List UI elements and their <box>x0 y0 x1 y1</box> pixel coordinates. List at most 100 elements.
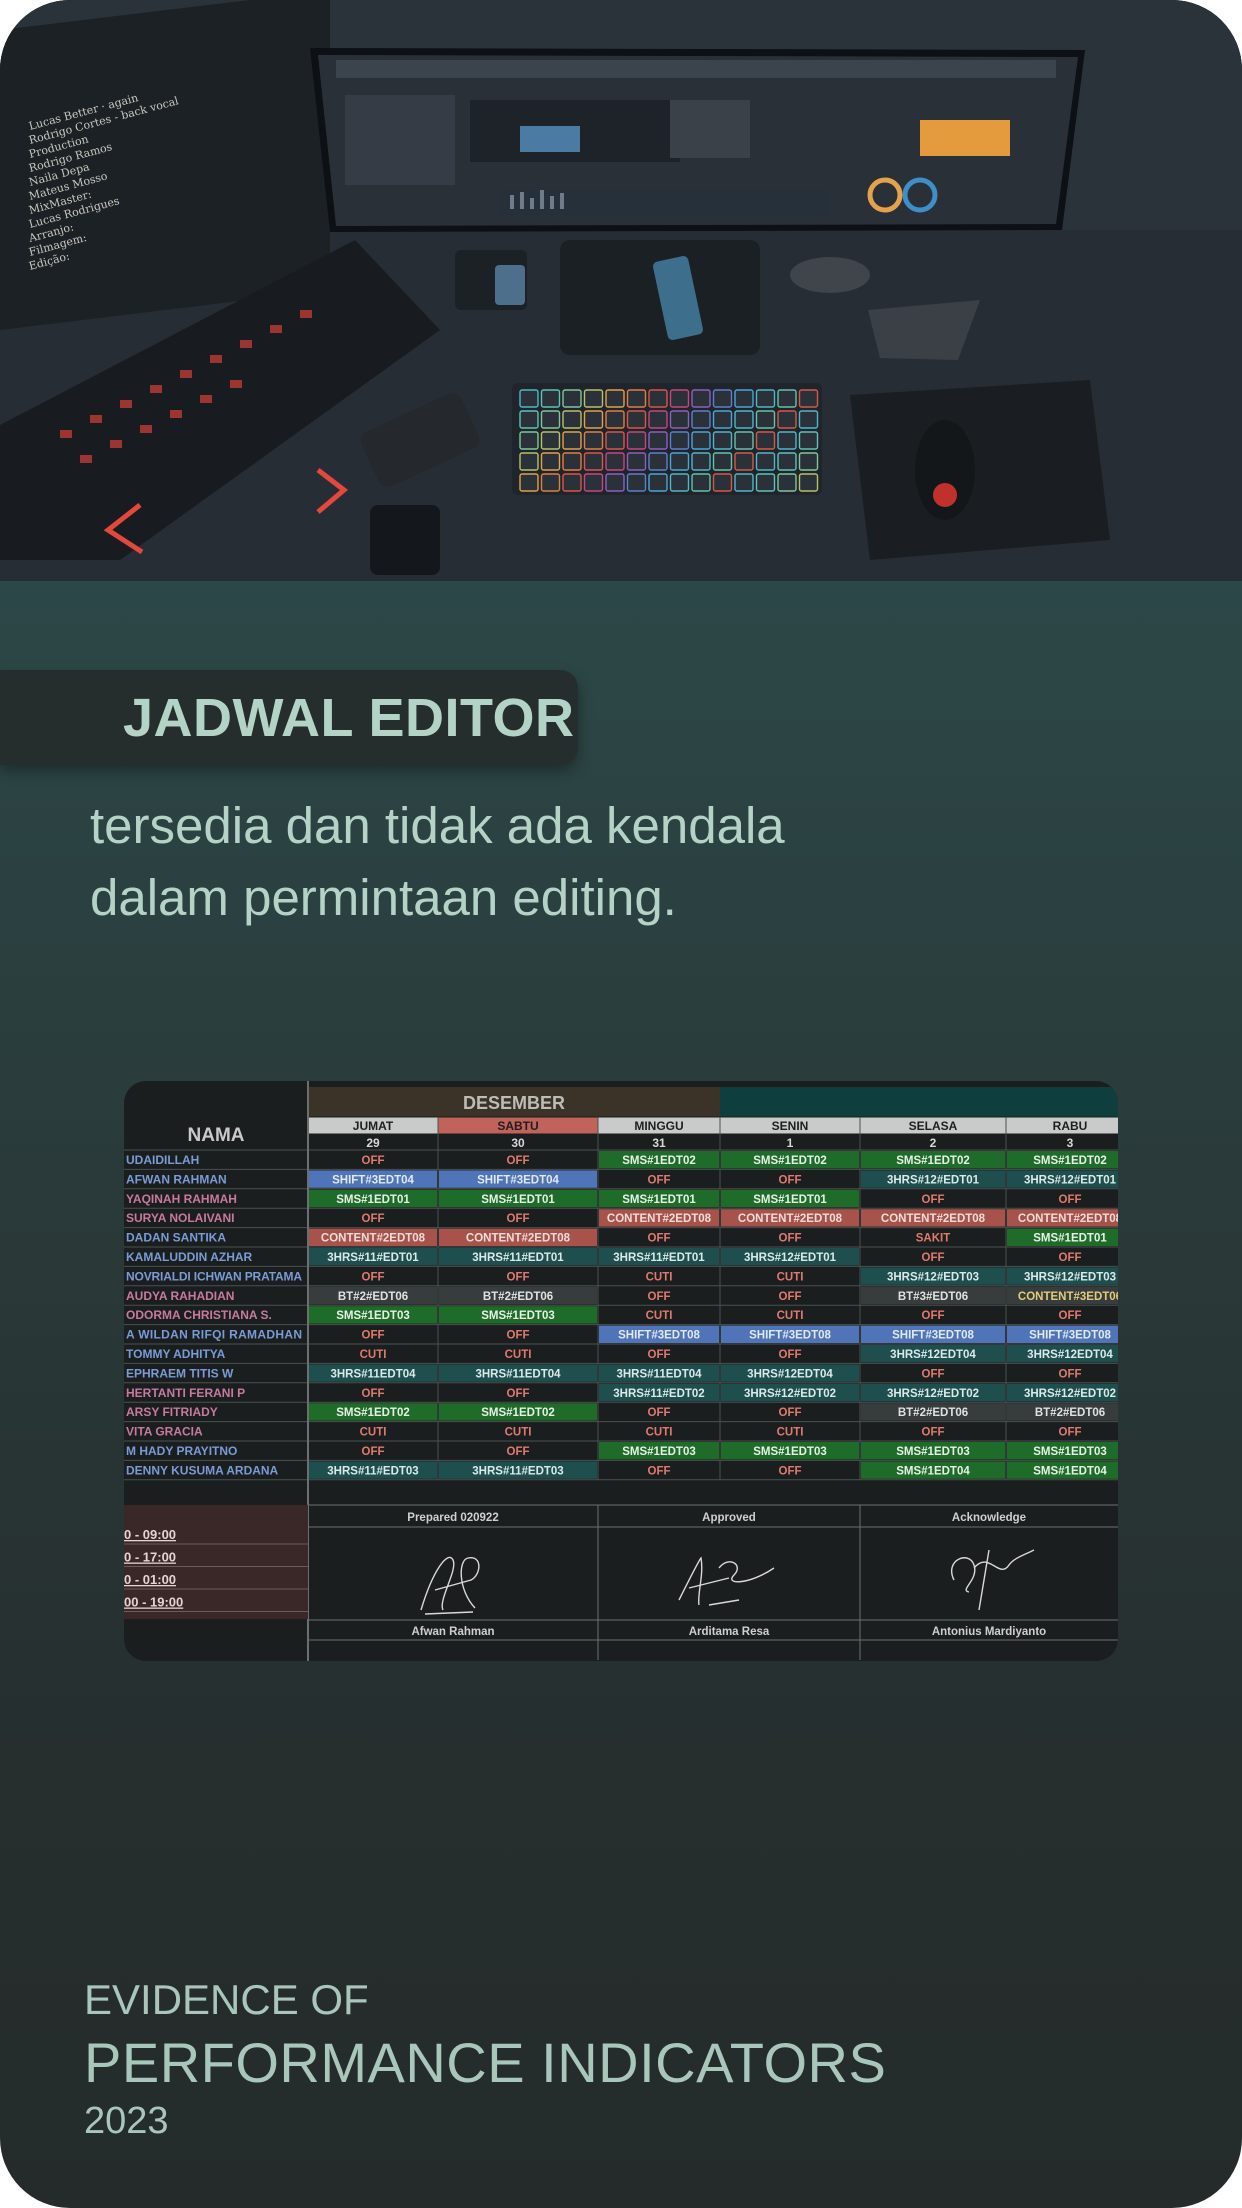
shift-cell: SAKIT <box>916 1233 951 1245</box>
shift-cell: 3HRS#11#EDT03 <box>327 1465 418 1477</box>
day-label: SENIN <box>772 1119 809 1133</box>
shift-cell: OFF <box>507 1388 530 1400</box>
subtitle-line-2: dalam permintaan editing. <box>90 869 677 926</box>
signatory-name: Arditama Resa <box>689 1626 770 1638</box>
date-label: 31 <box>652 1136 666 1150</box>
editor-name: AFWAN RAHMAN <box>126 1172 227 1186</box>
editor-name: TOMMY ADHITYA <box>126 1347 226 1361</box>
editor-name: ODORMA CHRISTIANA S. <box>126 1308 272 1322</box>
shift-cell: CUTI <box>360 1427 387 1439</box>
day-label: SABTU <box>497 1119 538 1133</box>
shift-cell: CONTENT#2EDT08 <box>881 1213 986 1225</box>
shift-cell: OFF <box>362 1388 385 1400</box>
shift-cell: OFF <box>779 1233 802 1245</box>
keyboard-key <box>669 452 690 471</box>
hero-photo: Lucas Better · again Rodrigo Cortes - bac… <box>0 0 1242 581</box>
keyboard-key <box>605 452 625 471</box>
shift-cell: CUTI <box>646 1427 673 1439</box>
shift-cell: SMS#1EDT02 <box>622 1155 696 1167</box>
shift-cell: 3HRS#11#EDT01 <box>472 1252 564 1264</box>
keyboard-key <box>669 431 690 450</box>
keyboard-key <box>626 431 647 450</box>
keyboard-key <box>626 452 647 471</box>
keyboard-key <box>626 389 647 408</box>
shift-cell: SMS#1EDT03 <box>336 1310 410 1322</box>
editor-name: DADAN SANTIKA <box>126 1231 226 1245</box>
shift-cell: SMS#1EDT02 <box>753 1155 827 1167</box>
shift-cell: OFF <box>1059 1194 1082 1206</box>
shift-cell: CUTI <box>360 1349 387 1361</box>
shift-cell: SMS#1EDT02 <box>1033 1155 1107 1167</box>
keyboard-key <box>605 473 625 492</box>
shift-cell: OFF <box>507 1330 530 1342</box>
keyboard-key <box>626 473 647 492</box>
shift-cell: SHIFT#3EDT08 <box>618 1330 700 1342</box>
editor-name: YAQINAH RAHMAH <box>126 1192 237 1206</box>
keyboard-key <box>798 431 819 450</box>
keyboard-key <box>562 389 582 408</box>
shift-cell: SMS#1EDT03 <box>1033 1446 1107 1458</box>
schedule-table: DESEMBER NAMA JUMAT 29 SABTU 30 MINGGU 31 SENIN 1… <box>124 1081 1118 1661</box>
shift-cell: BT#3#EDT06 <box>898 1291 968 1303</box>
shift-cell: OFF <box>362 1155 385 1167</box>
keyboard-key <box>691 431 711 450</box>
shift-cell: OFF <box>648 1465 671 1477</box>
keyboard-key <box>798 473 819 492</box>
shift-cell: OFF <box>362 1271 385 1283</box>
shift-cell: CUTI <box>777 1310 804 1322</box>
keyboard-key <box>648 410 668 429</box>
shift-cell: OFF <box>362 1213 385 1225</box>
keyboard-key <box>712 452 733 471</box>
editor-name: KAMALUDDIN AZHAR <box>126 1250 253 1264</box>
keyboard-key <box>669 473 690 492</box>
shift-cell: SMS#1EDT04 <box>1033 1465 1107 1477</box>
shift-cell: 3HRS#12#EDT01 <box>744 1252 837 1264</box>
signature-role: Approved <box>702 1512 756 1524</box>
keyboard-key <box>734 473 754 492</box>
footer-performance-label: PERFORMANCE INDICATORS <box>84 2031 887 2094</box>
name-column-header: NAMA <box>188 1125 245 1146</box>
keyboard-key <box>777 410 797 429</box>
shift-cell: 3HRS#12#EDT02 <box>744 1388 836 1400</box>
editor-name: HERTANTI FERANI P <box>126 1386 245 1400</box>
shift-cell: 3HRS#11#EDT03 <box>472 1465 563 1477</box>
day-label: SELASA <box>909 1119 958 1133</box>
shift-cell: OFF <box>779 1174 802 1186</box>
shift-cell: CONTENT#2EDT08 <box>607 1213 712 1225</box>
page-title: JADWAL EDITOR <box>123 688 575 748</box>
shift-cell: OFF <box>507 1271 530 1283</box>
shift-cell: OFF <box>648 1349 671 1361</box>
keyboard-key <box>734 389 754 408</box>
shift-cell: BT#2#EDT06 <box>1035 1407 1105 1419</box>
shift-cell: OFF <box>648 1291 671 1303</box>
keyboard-key <box>583 452 604 471</box>
date-label: 2 <box>930 1136 937 1150</box>
shift-cell: OFF <box>648 1233 671 1245</box>
shift-cell: 3HRS#11EDT04 <box>475 1368 561 1380</box>
desk-illustration: Lucas Better · againRodrigo Cortes - bac… <box>0 0 1242 581</box>
keyboard-key <box>519 452 539 471</box>
keyboard-key <box>734 431 754 450</box>
shift-cell: OFF <box>1059 1368 1082 1380</box>
signature-role: Acknowledge <box>952 1512 1026 1524</box>
shift-cell: OFF <box>922 1310 945 1322</box>
shift-cell: 3HRS#12EDT04 <box>747 1368 833 1380</box>
editor-name: VITA GRACIA <box>126 1425 203 1439</box>
keyboard-key <box>605 389 625 408</box>
keyboard-key <box>605 431 625 450</box>
title-banner: JADWAL EDITOR <box>0 670 578 765</box>
shift-cell: OFF <box>922 1368 945 1380</box>
shift-cell: SMS#1EDT01 <box>622 1194 696 1206</box>
keyboard-key <box>648 473 668 492</box>
shift-cell: OFF <box>1059 1310 1082 1322</box>
shift-cell: CUTI <box>777 1271 804 1283</box>
shift-cell: SMS#1EDT02 <box>896 1155 970 1167</box>
shift-cell: CONTENT#2EDT08 <box>321 1233 426 1245</box>
shift-cell: 3HRS#12EDT04 <box>1027 1349 1113 1361</box>
shift-cell: CUTI <box>646 1271 673 1283</box>
month-label: DESEMBER <box>463 1093 565 1113</box>
shift-cell: 3HRS#12#EDT03 <box>887 1271 979 1283</box>
shift-cell: SMS#1EDT01 <box>1033 1233 1107 1245</box>
footer-year: 2023 <box>84 2100 169 2142</box>
shift-cell: 3HRS#12#EDT01 <box>1024 1174 1117 1186</box>
